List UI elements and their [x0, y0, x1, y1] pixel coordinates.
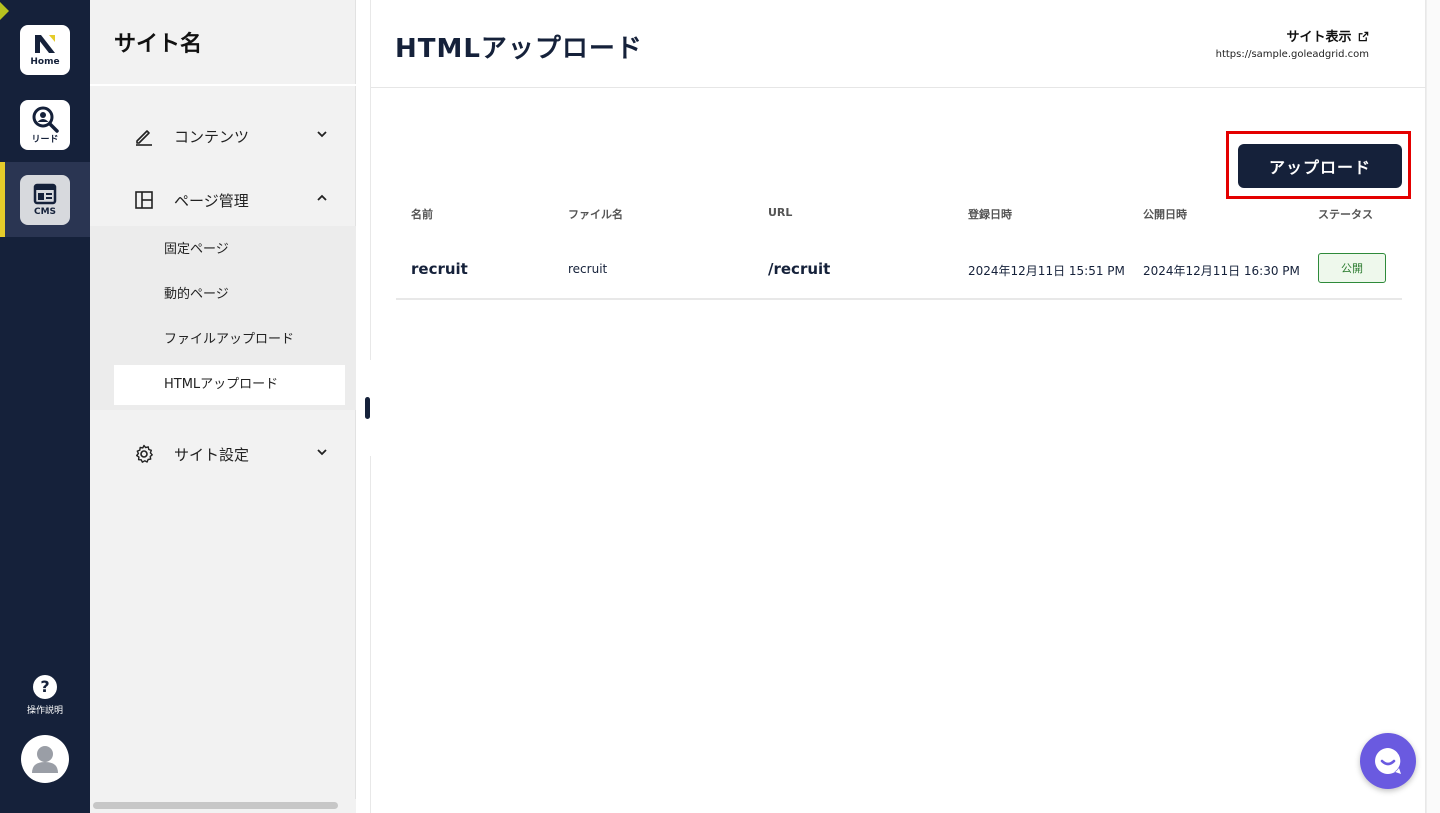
- site-view-label-row: サイト表示: [1216, 26, 1369, 45]
- layout-icon: [135, 191, 153, 209]
- page-title: HTMLアップロード: [395, 34, 643, 64]
- corner-marker: [0, 2, 9, 20]
- column-header-published: 公開日時: [1143, 208, 1187, 221]
- help-button[interactable]: ? 操作説明: [15, 675, 75, 716]
- submenu-item-html-upload[interactable]: HTMLアップロード: [114, 365, 345, 405]
- chevron-up-icon: [317, 194, 327, 201]
- table-row-divider: [396, 298, 1402, 300]
- site-view-link[interactable]: サイト表示 https://sample.goleadgrid.com: [1216, 26, 1369, 60]
- user-icon: [32, 746, 58, 773]
- submenu-item-file-upload[interactable]: ファイルアップロード: [114, 320, 345, 360]
- lead-search-icon: [32, 106, 59, 133]
- external-link-icon: [1358, 31, 1369, 42]
- sidebar-item-site-settings[interactable]: サイト設定: [90, 432, 356, 476]
- column-header-status: ステータス: [1318, 208, 1373, 221]
- sidebar-collapse-handle[interactable]: [350, 360, 384, 456]
- icon-rail: Home リード CMS ? 操作説明: [0, 0, 90, 813]
- sidebar-scrollbar-thumb[interactable]: [93, 802, 338, 809]
- column-header-url: URL: [768, 206, 793, 219]
- submenu-item-dynamic-pages[interactable]: 動的ページ: [114, 275, 345, 315]
- header-divider: [371, 87, 1427, 88]
- main-panel: HTMLアップロード サイト表示 https://sample.goleadgr…: [370, 0, 1427, 813]
- lead-button[interactable]: リード: [20, 100, 70, 150]
- pages-submenu: 固定ページ 動的ページ ファイルアップロード HTMLアップロード: [90, 226, 356, 410]
- column-header-name: 名前: [411, 208, 433, 221]
- home-button[interactable]: Home: [20, 25, 70, 75]
- submenu-item-fixed-pages[interactable]: 固定ページ: [114, 230, 345, 270]
- site-name: サイト名: [114, 32, 203, 57]
- rail-active-indicator: [0, 162, 5, 237]
- question-icon: ?: [33, 675, 57, 699]
- site-view-label: サイト表示: [1286, 30, 1352, 45]
- row-file-name: recruit: [568, 262, 608, 276]
- sidebar-item-contents[interactable]: コンテンツ: [90, 114, 356, 158]
- sidebar: サイト名 コンテンツ ページ管理 固定ページ 動的ページ ファイルアップロード …: [90, 0, 356, 813]
- chevron-down-icon: [317, 449, 327, 456]
- sidebar-item-label: ページ管理: [174, 192, 249, 210]
- chevron-down-icon: [317, 131, 327, 138]
- main-scrollbar[interactable]: [1426, 0, 1440, 813]
- chat-button[interactable]: [1360, 733, 1416, 789]
- sidebar-item-label: コンテンツ: [174, 128, 250, 146]
- column-header-file-name: ファイル名: [568, 208, 623, 221]
- help-label: 操作説明: [26, 706, 63, 716]
- leadgrid-logo-icon: [35, 35, 55, 53]
- avatar[interactable]: [21, 735, 69, 783]
- row-name-link[interactable]: recruit: [411, 260, 468, 278]
- sidebar-item-label: サイト設定: [174, 446, 250, 464]
- home-label: Home: [30, 57, 60, 67]
- cms-layout-icon: [33, 183, 57, 205]
- cms-label: CMS: [33, 207, 57, 217]
- sidebar-item-pages[interactable]: ページ管理: [90, 178, 356, 222]
- site-url: https://sample.goleadgrid.com: [1215, 49, 1369, 60]
- status-badge: 公開: [1318, 253, 1386, 283]
- upload-button[interactable]: アップロード: [1238, 144, 1402, 188]
- gear-icon: [136, 444, 153, 463]
- row-published-date: 2024年12月11日 16:30 PM: [1143, 264, 1300, 278]
- sidebar-divider: [90, 84, 356, 86]
- cms-button[interactable]: CMS: [20, 175, 70, 225]
- row-url-link[interactable]: /recruit: [768, 260, 830, 278]
- chat-icon: [1375, 748, 1401, 774]
- column-header-created: 登録日時: [968, 208, 1012, 221]
- lead-label: リード: [31, 135, 59, 145]
- pencil-icon: [136, 130, 152, 146]
- row-created-date: 2024年12月11日 15:51 PM: [968, 264, 1125, 278]
